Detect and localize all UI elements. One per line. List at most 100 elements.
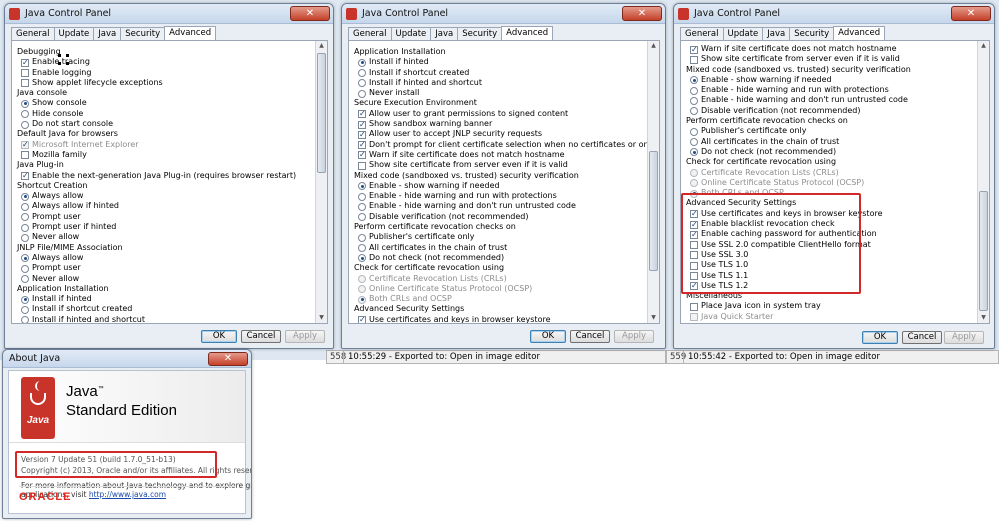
scroll-thumb[interactable] [649,151,658,271]
setting-radio[interactable]: All certificates in the chain of trust [681,137,977,147]
setting-radio[interactable]: Online Certificate Status Protocol (OCSP… [349,284,647,294]
ok-button[interactable]: OK [530,330,566,343]
cancel-button[interactable]: Cancel [570,330,610,343]
java-website-link[interactable]: http://www.java.com [89,490,166,499]
setting-radio[interactable]: Install if hinted and shortcut [12,315,315,323]
setting-checkbox[interactable]: Don't prompt for client certificate sele… [349,140,659,150]
radio-icon[interactable] [690,96,698,105]
radio-icon[interactable] [21,213,29,222]
radio-icon[interactable] [21,233,29,242]
setting-radio[interactable]: Prompt user [12,263,315,273]
setting-checkbox[interactable]: Use certificates and keys in browser key… [349,315,647,323]
title-bar[interactable]: Java Control Panel ✕ [674,4,994,24]
setting-checkbox[interactable]: Show applet lifecycle exceptions [12,78,315,88]
setting-radio[interactable]: Certificate Revocation Lists (CRLs) [349,274,647,284]
scroll-thumb[interactable] [317,53,326,173]
tab-general[interactable]: General [11,27,55,40]
setting-radio[interactable]: Install if hinted [349,57,647,67]
checkbox-icon[interactable] [358,140,366,150]
setting-radio[interactable]: Publisher's certificate only [349,232,647,242]
radio-icon[interactable] [690,76,698,85]
radio-icon[interactable] [358,295,366,304]
setting-radio[interactable]: Prompt user if hinted [12,222,315,232]
checkbox-icon[interactable] [358,109,366,120]
setting-radio[interactable]: Disable verification (not recommended) [681,106,977,116]
setting-checkbox[interactable]: Allow user to grant permissions to signe… [349,109,647,120]
setting-radio[interactable]: Never install [349,88,647,98]
setting-radio[interactable]: Enable - hide warning and run with prote… [349,191,647,201]
radio-icon[interactable] [358,89,366,98]
apply-button[interactable]: Apply [614,330,654,343]
apply-button[interactable]: Apply [285,330,325,343]
vertical-scrollbar[interactable]: ▲ ▼ [977,41,989,323]
radio-icon[interactable] [358,213,366,222]
setting-checkbox[interactable]: Show sandbox warning banner [349,119,647,130]
checkbox-icon[interactable] [690,55,698,64]
checkbox-icon[interactable] [358,161,366,170]
radio-icon[interactable] [21,223,29,232]
checkbox-icon[interactable] [690,45,698,55]
setting-radio[interactable]: All certificates in the chain of trust [349,243,647,253]
radio-icon[interactable] [358,192,366,201]
setting-radio[interactable]: Certificate Revocation Lists (CRLs) [681,168,977,178]
radio-icon[interactable] [690,107,698,116]
scroll-down-arrow[interactable]: ▼ [978,313,989,323]
setting-radio[interactable]: Install if shortcut created [12,304,315,314]
radio-icon[interactable] [358,69,366,78]
setting-checkbox[interactable]: Show site certificate from server even i… [349,160,647,170]
radio-icon[interactable] [358,285,366,294]
tab-update[interactable]: Update [722,27,764,40]
radio-icon[interactable] [21,192,29,201]
setting-radio[interactable]: Online Certificate Status Protocol (OCSP… [681,178,977,188]
radio-icon[interactable] [358,233,366,242]
setting-radio[interactable]: Prompt user [12,212,315,222]
tab-security[interactable]: Security [457,27,503,40]
setting-radio[interactable]: Enable - hide warning and run with prote… [681,85,977,95]
scroll-up-arrow[interactable]: ▲ [648,41,659,51]
setting-radio[interactable]: Both CRLs and OCSP [349,294,647,304]
close-button[interactable]: ✕ [208,352,248,366]
radio-icon[interactable] [690,148,698,157]
scroll-down-arrow[interactable]: ▼ [316,313,327,323]
checkbox-icon[interactable] [358,315,366,323]
setting-radio[interactable]: Enable - hide warning and don't run untr… [349,201,647,211]
radio-icon[interactable] [21,110,29,119]
setting-radio[interactable]: Hide console [12,109,315,119]
setting-checkbox[interactable]: Java Quick Starter [681,312,977,322]
radio-icon[interactable] [358,254,366,263]
setting-radio[interactable]: Always allow [12,253,315,263]
ok-button[interactable]: OK [201,330,237,343]
radio-icon[interactable] [690,169,698,178]
ok-button[interactable]: OK [862,331,898,344]
setting-radio[interactable]: Never allow [12,274,315,284]
cancel-button[interactable]: Cancel [902,331,942,344]
setting-checkbox[interactable]: Enable the next-generation Java Plug-in … [12,171,315,181]
cancel-button[interactable]: Cancel [241,330,281,343]
radio-icon[interactable] [21,275,29,284]
vertical-scrollbar[interactable]: ▲ ▼ [647,41,659,323]
setting-radio[interactable]: Install if shortcut created [349,68,647,78]
checkbox-icon[interactable] [21,140,29,150]
tab-advanced[interactable]: Advanced [164,26,217,40]
title-bar[interactable]: Java Control Panel ✕ [342,4,665,24]
setting-radio[interactable]: Do not check (not recommended) [681,147,977,157]
tab-java[interactable]: Java [430,27,459,40]
radio-icon[interactable] [690,138,698,147]
setting-checkbox[interactable]: Warn if site certificate does not match … [681,44,977,55]
tab-java[interactable]: Java [93,27,122,40]
setting-checkbox[interactable]: Mozilla family [12,150,315,160]
vertical-scrollbar[interactable]: ▲ ▼ [315,41,327,323]
scroll-thumb[interactable] [979,191,988,311]
tab-advanced[interactable]: Advanced [833,26,886,40]
tab-general[interactable]: General [680,27,724,40]
checkbox-icon[interactable] [358,120,366,130]
radio-icon[interactable] [21,316,29,323]
tab-java[interactable]: Java [762,27,791,40]
setting-checkbox[interactable]: Enable logging [12,68,315,78]
checkbox-icon[interactable] [690,302,698,311]
setting-radio[interactable]: Always allow if hinted [12,201,315,211]
setting-checkbox[interactable]: Microsoft Internet Explorer [12,140,315,150]
radio-icon[interactable] [21,295,29,304]
tab-general[interactable]: General [348,27,392,40]
radio-icon[interactable] [358,58,366,67]
